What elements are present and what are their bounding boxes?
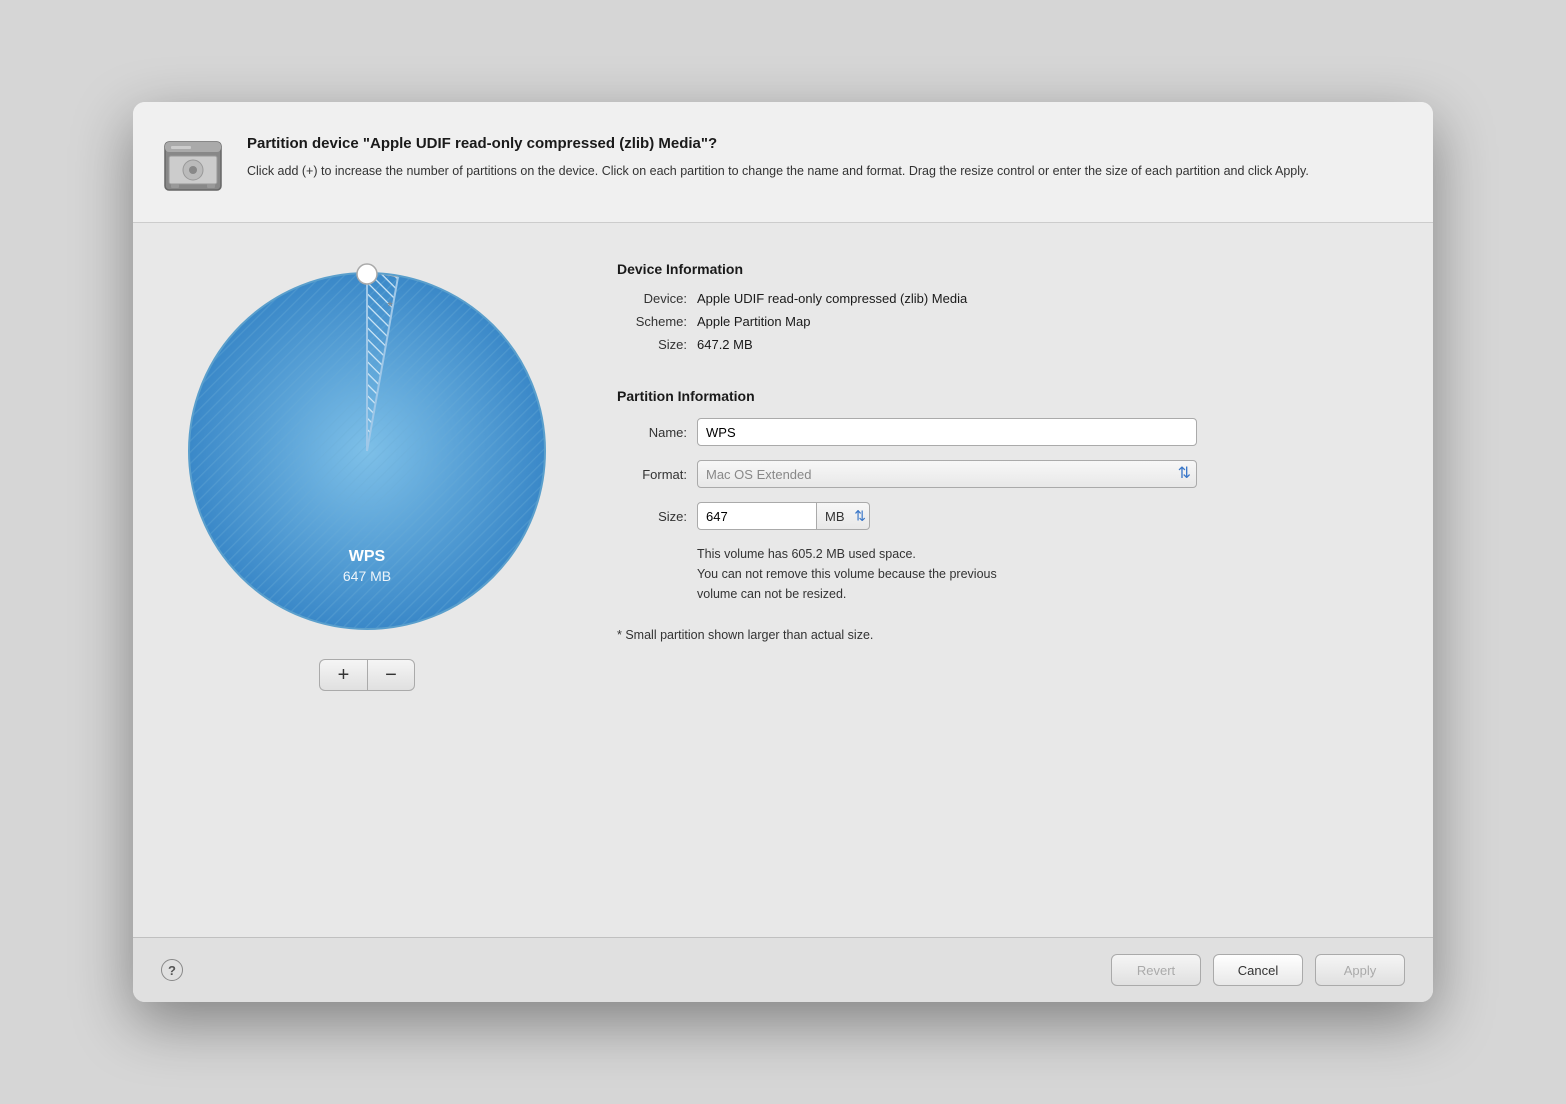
dialog-footer: ? Revert Cancel Apply xyxy=(133,937,1433,1002)
pie-container: * WPS 647 MB xyxy=(177,261,557,641)
remove-partition-button[interactable]: − xyxy=(367,659,415,691)
chart-area: * WPS 647 MB + − xyxy=(157,251,577,917)
device-label: Device: xyxy=(617,291,687,306)
device-value: Apple UDIF read-only compressed (zlib) M… xyxy=(697,291,967,306)
device-size-value: 647.2 MB xyxy=(697,337,753,352)
format-row: Format: Mac OS Extended Mac OS Extended … xyxy=(617,460,1401,488)
scheme-value: Apple Partition Map xyxy=(697,314,810,329)
device-row: Device: Apple UDIF read-only compressed … xyxy=(617,291,1401,306)
scheme-row: Scheme: Apple Partition Map xyxy=(617,314,1401,329)
size-input-group: MB GB TB ⇅ xyxy=(697,502,870,530)
cancel-button[interactable]: Cancel xyxy=(1213,954,1303,986)
apply-button[interactable]: Apply xyxy=(1315,954,1405,986)
note-line2: You can not remove this volume because t… xyxy=(697,567,997,581)
help-button[interactable]: ? xyxy=(161,959,183,981)
dialog-header: Partition device "Apple UDIF read-only c… xyxy=(133,102,1433,223)
format-label: Format: xyxy=(617,467,687,482)
header-text: Partition device "Apple UDIF read-only c… xyxy=(247,130,1401,180)
disk-icon xyxy=(157,130,229,202)
name-row: Name: xyxy=(617,418,1401,446)
partition-dialog: Partition device "Apple UDIF read-only c… xyxy=(133,102,1433,1002)
note-text: This volume has 605.2 MB used space. You… xyxy=(697,544,1197,604)
device-info-title: Device Information xyxy=(617,261,1401,277)
dialog-body: * WPS 647 MB + − Device Information Devi… xyxy=(133,223,1433,937)
add-partition-button[interactable]: + xyxy=(319,659,367,691)
device-size-row: Size: 647.2 MB xyxy=(617,337,1401,352)
dialog-description: Click add (+) to increase the number of … xyxy=(247,162,1401,181)
scheme-label: Scheme: xyxy=(617,314,687,329)
size-input[interactable] xyxy=(697,502,817,530)
note-line3: volume can not be resized. xyxy=(697,587,846,601)
dialog-title: Partition device "Apple UDIF read-only c… xyxy=(247,134,1401,154)
name-label: Name: xyxy=(617,425,687,440)
name-input[interactable] xyxy=(697,418,1197,446)
format-select-wrapper: Mac OS Extended Mac OS Extended (Journal… xyxy=(697,460,1197,488)
chart-buttons: + − xyxy=(319,659,415,691)
info-panel: Device Information Device: Apple UDIF re… xyxy=(617,251,1401,917)
note-line1: This volume has 605.2 MB used space. xyxy=(697,547,916,561)
size-label: Size: xyxy=(617,509,687,524)
partition-info-title: Partition Information xyxy=(617,388,1401,404)
svg-text:WPS: WPS xyxy=(349,548,386,565)
footnote-text: * Small partition shown larger than actu… xyxy=(617,628,1401,642)
device-info-section: Device Information Device: Apple UDIF re… xyxy=(617,261,1401,360)
format-select[interactable]: Mac OS Extended Mac OS Extended (Journal… xyxy=(697,460,1197,488)
size-unit-select[interactable]: MB GB TB xyxy=(817,502,870,530)
svg-text:*: * xyxy=(387,298,393,314)
size-row: Size: MB GB TB ⇅ xyxy=(617,502,1401,530)
size-unit-wrapper: MB GB TB ⇅ xyxy=(817,502,870,530)
svg-text:647 MB: 647 MB xyxy=(343,568,391,584)
revert-button[interactable]: Revert xyxy=(1111,954,1201,986)
device-size-label: Size: xyxy=(617,337,687,352)
partition-info-section: Partition Information Name: Format: Mac … xyxy=(617,388,1401,917)
